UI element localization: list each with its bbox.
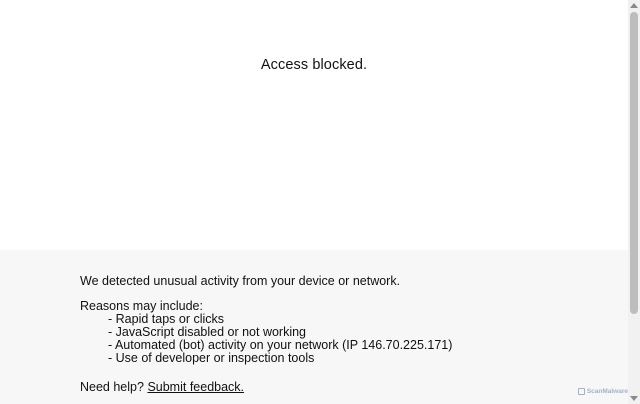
scroll-up-arrow-icon[interactable]: [630, 3, 638, 8]
scrollbar-thumb[interactable]: [630, 12, 638, 314]
help-prefix: Need help?: [80, 380, 144, 394]
page-title: Access blocked.: [260, 57, 368, 73]
brand-logo-text: ScanMalware: [586, 388, 628, 395]
header-area: Access blocked.: [0, 0, 628, 250]
reasons-section: Reasons may include: - Rapid taps or cli…: [80, 300, 452, 365]
blocked-page: Access blocked. We detected unusual acti…: [0, 0, 628, 404]
detection-message: We detected unusual activity from your d…: [80, 274, 401, 288]
list-item: - Use of developer or inspection tools: [108, 351, 315, 365]
help-line: Need help? Submit feedback.: [80, 381, 244, 394]
submit-feedback-link[interactable]: Submit feedback.: [147, 380, 244, 394]
scanmalware-logo-icon: [577, 388, 585, 395]
brand-logo: ScanMalware: [577, 385, 628, 398]
scroll-down-arrow-icon[interactable]: [630, 396, 638, 401]
vertical-scrollbar[interactable]: [628, 0, 640, 404]
reasons-list: - Rapid taps or clicks - JavaScript disa…: [80, 313, 452, 365]
details-panel: We detected unusual activity from your d…: [0, 250, 628, 404]
